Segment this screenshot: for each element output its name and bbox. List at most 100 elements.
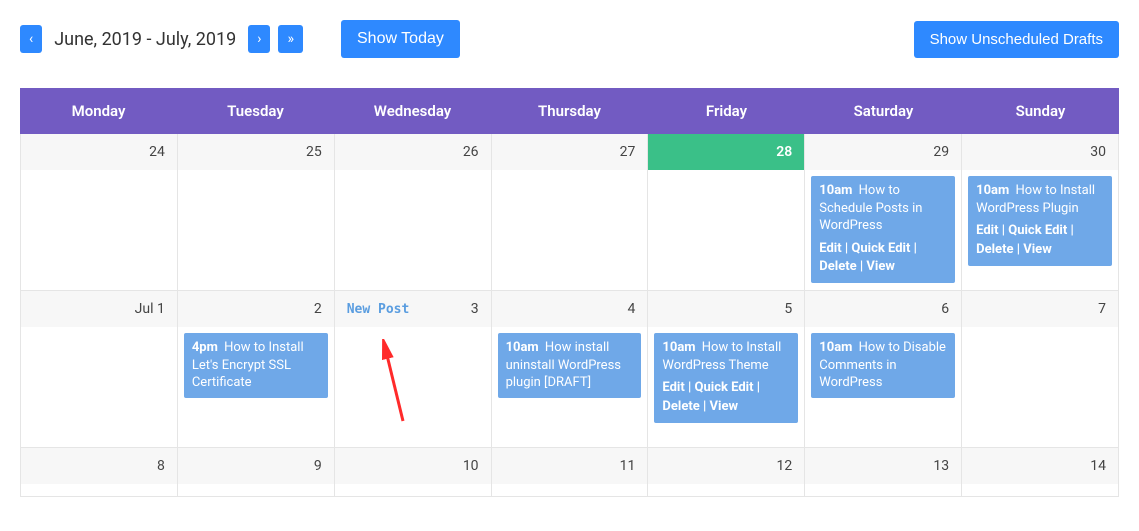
day-header: 9 — [178, 448, 334, 484]
action-separator — [842, 241, 852, 256]
day-body — [648, 170, 804, 290]
weekday-header: Saturday — [805, 88, 962, 134]
day-number: 29 — [933, 144, 949, 160]
day-number: 12 — [777, 458, 793, 474]
day-header: 5 — [648, 291, 804, 327]
day-body: 4pm How to Install Let's Encrypt SSL Cer… — [178, 327, 334, 447]
calendar-day-cell[interactable]: 26 — [335, 134, 492, 291]
calendar-day-cell[interactable]: 8 — [21, 448, 178, 497]
view-action[interactable]: View — [1023, 242, 1052, 257]
day-number: 14 — [1090, 458, 1106, 474]
action-separator — [910, 241, 917, 256]
calendar-day-cell[interactable]: 14 — [962, 448, 1119, 497]
action-separator — [857, 259, 867, 274]
event-time: 10am — [819, 183, 852, 198]
show-today-button[interactable]: Show Today — [341, 20, 460, 58]
day-body — [21, 170, 177, 290]
weekday-header: Thursday — [491, 88, 648, 134]
day-header: 25 — [178, 134, 334, 170]
day-body — [178, 170, 334, 290]
calendar-toolbar: ‹ June, 2019 - July, 2019 › » Show Today… — [20, 20, 1119, 58]
calendar-day-cell[interactable]: 7 — [962, 291, 1119, 448]
calendar-event[interactable]: 10am How install uninstall WordPress plu… — [498, 333, 642, 398]
calendar-day-cell[interactable]: 11 — [492, 448, 649, 497]
day-body — [335, 170, 491, 290]
calendar-event[interactable]: 4pm How to Install Let's Encrypt SSL Cer… — [184, 333, 328, 398]
edit-action[interactable]: Edit — [976, 223, 998, 238]
weekday-header: Friday — [648, 88, 805, 134]
prev-range-button[interactable]: ‹ — [20, 25, 42, 53]
calendar-event[interactable]: 10am How to Schedule Posts in WordPressE… — [811, 176, 955, 283]
calendar-day-cell[interactable]: 10 — [335, 448, 492, 497]
weekday-header: Sunday — [962, 88, 1119, 134]
next-fast-button[interactable]: » — [278, 25, 303, 53]
weekday-header: Wednesday — [334, 88, 491, 134]
calendar-day-cell[interactable]: 4 10am How install uninstall WordPress pl… — [492, 291, 649, 448]
calendar-day-cell[interactable]: 30 10am How to Install WordPress PluginEd… — [962, 134, 1119, 291]
day-body — [962, 484, 1118, 496]
calendar-day-cell[interactable]: 25 — [178, 134, 335, 291]
day-body — [805, 484, 961, 496]
calendar-day-cell[interactable]: 2 4pm How to Install Let's Encrypt SSL Ce… — [178, 291, 335, 448]
day-number: 10 — [463, 458, 479, 474]
calendar-day-cell[interactable]: 12 — [648, 448, 805, 497]
delete-action[interactable]: Delete — [976, 242, 1013, 257]
calendar-day-cell[interactable]: Jul 1 — [21, 291, 178, 448]
calendar-week-row: 242526 27 28 29 10am How to Schedule Posts i… — [21, 134, 1119, 291]
day-body — [962, 327, 1118, 447]
quick-edit-action[interactable]: Quick Edit — [695, 380, 754, 395]
day-body: 10am How install uninstall WordPress plu… — [492, 327, 648, 447]
action-separator — [999, 223, 1009, 238]
event-actions: Edit Quick Edit Delete View — [976, 222, 1104, 260]
day-header: 6 — [805, 291, 961, 327]
calendar-weeks: 24252627282910am How to Schedule Posts i… — [20, 134, 1119, 497]
calendar-day-cell[interactable]: 13 — [805, 448, 962, 497]
quick-edit-action[interactable]: Quick Edit — [851, 241, 910, 256]
day-header: 28 — [648, 134, 804, 170]
show-unscheduled-drafts-button[interactable]: Show Unscheduled Drafts — [914, 21, 1119, 58]
quick-edit-action[interactable]: Quick Edit — [1008, 223, 1067, 238]
delete-action[interactable]: Delete — [662, 399, 699, 414]
day-number: 27 — [620, 144, 636, 160]
calendar-day-cell[interactable]: 28 — [648, 134, 805, 291]
day-number: 8 — [157, 458, 165, 474]
calendar-day-cell[interactable]: 24 — [21, 134, 178, 291]
action-separator — [1067, 223, 1074, 238]
calendar-day-cell[interactable]: 27 — [492, 134, 649, 291]
calendar-day-cell[interactable]: 9 — [178, 448, 335, 497]
calendar: MondayTuesdayWednesdayThursdayFridaySatu… — [20, 88, 1119, 497]
weekday-header: Monday — [20, 88, 177, 134]
day-number: 7 — [1098, 301, 1106, 317]
day-number: 30 — [1090, 144, 1106, 160]
calendar-week-row: Jul 12 4pm How to Install Let's Encrypt S… — [21, 291, 1119, 448]
day-header: 27 — [492, 134, 648, 170]
day-header: New Post3 — [335, 291, 491, 327]
event-actions: Edit Quick Edit Delete View — [819, 240, 947, 278]
calendar-event[interactable]: 10am How to Install WordPress PluginEdit… — [968, 176, 1112, 266]
calendar-week-row: 89 10 11 12 13 14 — [21, 448, 1119, 497]
calendar-event[interactable]: 10am How to Install WordPress ThemeEditQ… — [654, 333, 798, 423]
day-body — [21, 484, 177, 496]
next-range-button[interactable]: › — [248, 25, 270, 53]
new-post-link[interactable]: New Post — [347, 302, 410, 317]
day-body — [21, 327, 177, 447]
calendar-day-cell[interactable]: 6 10am How to Disable Comments in WordPre… — [805, 291, 962, 448]
day-header: 2 — [178, 291, 334, 327]
calendar-day-cell[interactable]: 5 10am How to Install WordPress ThemeEdit… — [648, 291, 805, 448]
view-action[interactable]: View — [866, 259, 895, 274]
day-body — [335, 484, 491, 496]
edit-action[interactable]: Edit — [662, 380, 684, 395]
day-body — [335, 327, 491, 447]
day-header: 8 — [21, 448, 177, 484]
day-body: 10am How to Disable Comments in WordPres… — [805, 327, 961, 447]
calendar-event[interactable]: 10am How to Disable Comments in WordPres… — [811, 333, 955, 398]
view-action[interactable]: View — [710, 399, 739, 414]
edit-action[interactable]: Edit — [819, 241, 841, 256]
calendar-day-cell[interactable]: 29 10am How to Schedule Posts in WordPres… — [805, 134, 962, 291]
delete-action[interactable]: Delete — [819, 259, 856, 274]
date-range-label: June, 2019 - July, 2019 — [50, 29, 240, 50]
day-header: 30 — [962, 134, 1118, 170]
day-number: 4 — [628, 301, 636, 317]
calendar-day-cell[interactable]: New Post3 — [335, 291, 492, 448]
day-number: 11 — [620, 458, 636, 474]
